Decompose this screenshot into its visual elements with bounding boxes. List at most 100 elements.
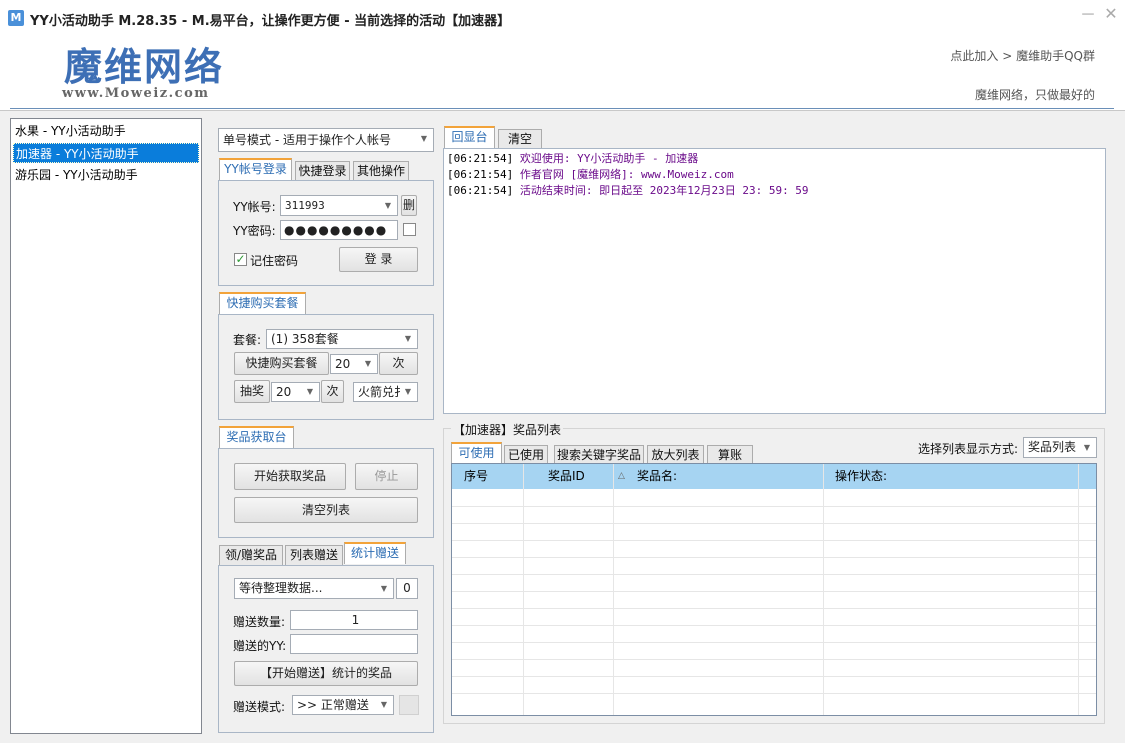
- quick-buy-button[interactable]: 快捷购买套餐: [234, 352, 329, 375]
- tab-usable[interactable]: 可使用: [451, 442, 502, 464]
- gift-mode-select[interactable]: >> 正常赠送 ▼: [292, 695, 394, 715]
- tab-claim-gift[interactable]: 领/赠奖品: [219, 545, 283, 565]
- account-value: 311993: [285, 199, 325, 212]
- qq-group-link[interactable]: 点此加入 > 魔维助手QQ群: [950, 47, 1095, 64]
- column-header-status[interactable]: 操作状态:: [835, 464, 887, 489]
- log-time: [06:21:54]: [447, 152, 514, 165]
- grid-row-divider: [452, 506, 1096, 507]
- chevron-down-icon: ▼: [404, 334, 412, 343]
- package-select[interactable]: (1) 358套餐 ▼: [266, 329, 418, 349]
- prize-fetch-panel: [218, 448, 434, 538]
- gift-status-value: 等待整理数据...: [239, 581, 323, 595]
- mode-select[interactable]: 单号模式 - 适用于操作个人帐号 ▼: [218, 128, 434, 152]
- grid-row-divider: [452, 693, 1096, 694]
- grid-column-divider: [613, 464, 614, 715]
- exchange-select[interactable]: 火箭兑扌 ▼: [353, 382, 418, 402]
- grid-row-divider: [452, 523, 1096, 524]
- log-message: 活动结束时间: 即日起至 2023年12月23日 23: 59: 59: [519, 184, 809, 197]
- account-select[interactable]: 311993 ▼: [280, 195, 398, 216]
- tab-used[interactable]: 已使用: [504, 445, 548, 465]
- tab-list-gift[interactable]: 列表赠送: [285, 545, 343, 565]
- remember-label: 记住密码: [250, 254, 299, 268]
- tab-stat-gift[interactable]: 统计赠送: [344, 542, 406, 564]
- grid-row-divider: [452, 557, 1096, 558]
- app-icon: M: [8, 10, 24, 26]
- tab-clear-log[interactable]: 清空: [498, 129, 542, 149]
- grid-row-divider: [452, 540, 1096, 541]
- grid-row-divider: [452, 676, 1096, 677]
- sort-ascending-icon: △: [618, 471, 625, 481]
- buy-count-value: 20: [335, 357, 351, 371]
- remember-checkbox[interactable]: ✓: [234, 253, 247, 266]
- exchange-value: 火箭兑扌: [358, 385, 407, 399]
- log-line: [06:21:54] 欢迎使用: YY小活动助手 - 加速器: [447, 151, 1102, 167]
- log-time: [06:21:54]: [447, 184, 514, 197]
- tab-search-prize[interactable]: 搜索关键字奖品: [554, 445, 644, 465]
- grid-row-divider: [452, 659, 1096, 660]
- tab-other-ops[interactable]: 其他操作: [353, 161, 409, 181]
- mode-select-value: 单号模式 - 适用于操作个人帐号: [223, 133, 391, 147]
- stop-button[interactable]: 停止: [355, 463, 418, 490]
- chevron-down-icon: ▼: [404, 387, 412, 396]
- lottery-count-select[interactable]: 20 ▼: [271, 382, 320, 402]
- chevron-down-icon: ▼: [380, 700, 388, 709]
- column-header-prize-name[interactable]: 奖品名:: [637, 464, 677, 489]
- lottery-count-value: 20: [276, 385, 292, 399]
- clear-list-button[interactable]: 清空列表: [234, 497, 418, 523]
- buy-count-select[interactable]: 20 ▼: [330, 354, 378, 374]
- activity-list[interactable]: 水果 - YY小活动助手 加速器 - YY小活动助手 游乐园 - YY小活动助手: [10, 118, 202, 734]
- grid-column-divider: [1078, 464, 1079, 715]
- view-mode-label: 选择列表显示方式:: [918, 442, 1019, 456]
- login-button[interactable]: 登 录: [339, 247, 418, 272]
- gift-count-field[interactable]: 0: [396, 578, 418, 599]
- tab-accounting[interactable]: 算账: [707, 445, 753, 465]
- package-label: 套餐:: [233, 333, 262, 347]
- target-label: 赠送的YY:: [233, 639, 287, 653]
- view-mode-select[interactable]: 奖品列表 ▼: [1023, 437, 1097, 458]
- activity-item-fruit[interactable]: 水果 - YY小活动助手: [13, 121, 199, 141]
- activity-item-playground[interactable]: 游乐园 - YY小活动助手: [13, 165, 199, 185]
- prize-list-title: 【加速器】奖品列表: [451, 421, 564, 438]
- chevron-down-icon: ▼: [1083, 443, 1091, 452]
- chevron-down-icon: ▼: [364, 359, 372, 368]
- close-icon[interactable]: ✕: [1102, 4, 1120, 24]
- chevron-down-icon: ▼: [420, 134, 428, 143]
- gift-status-select[interactable]: 等待整理数据... ▼: [234, 578, 394, 599]
- show-password-checkbox[interactable]: [403, 223, 416, 236]
- tab-zoom-list[interactable]: 放大列表: [647, 445, 704, 465]
- gift-mode-value: >> 正常赠送: [297, 698, 369, 712]
- start-gift-button[interactable]: 【开始赠送】统计的奖品: [234, 661, 418, 686]
- tab-quick-buy[interactable]: 快捷购买套餐: [219, 292, 306, 314]
- password-field[interactable]: ●●●●●●●●●: [280, 220, 398, 240]
- column-header-index[interactable]: 序号: [464, 464, 488, 489]
- start-fetch-button[interactable]: 开始获取奖品: [234, 463, 346, 490]
- window-title: YY小活动助手 M.28.35 - M.易平台，让操作更方便 - 当前选择的活动…: [30, 14, 511, 29]
- activity-item-accelerator[interactable]: 加速器 - YY小活动助手: [13, 143, 199, 163]
- log-time: [06:21:54]: [447, 168, 514, 181]
- lottery-times-button[interactable]: 次: [321, 380, 344, 403]
- grid-row-divider: [452, 608, 1096, 609]
- chevron-down-icon: ▼: [306, 387, 314, 396]
- log-console[interactable]: [06:21:54] 欢迎使用: YY小活动助手 - 加速器 [06:21:54…: [443, 148, 1106, 414]
- grid-column-divider: [823, 464, 824, 715]
- tab-console[interactable]: 回显台: [444, 126, 495, 148]
- amount-field[interactable]: 1: [290, 610, 418, 630]
- tab-prize-fetch[interactable]: 奖品获取台: [219, 426, 294, 448]
- package-value: (1) 358套餐: [271, 332, 339, 346]
- tab-quick-login[interactable]: 快捷登录: [295, 161, 350, 181]
- amount-label: 赠送数量:: [233, 615, 286, 629]
- prize-table[interactable]: 序号 奖品ID △ 奖品名: 操作状态:: [451, 463, 1097, 716]
- log-line: [06:21:54] 作者官网 [魔维网络]: www.Moweiz.com: [447, 167, 1102, 183]
- view-mode-value: 奖品列表: [1028, 440, 1077, 454]
- delete-account-button[interactable]: 删: [401, 195, 417, 216]
- minimize-icon[interactable]: －: [1080, 6, 1096, 24]
- grid-column-divider: [523, 464, 524, 715]
- lottery-button[interactable]: 抽奖: [234, 380, 270, 403]
- log-message: 作者官网 [魔维网络]: www.Moweiz.com: [519, 168, 734, 181]
- tab-yy-login[interactable]: YY帐号登录: [219, 158, 292, 180]
- password-label: YY密码:: [233, 224, 276, 238]
- column-header-prize-id[interactable]: 奖品ID: [548, 464, 585, 489]
- chevron-down-icon: ▼: [384, 201, 392, 210]
- buy-times-button[interactable]: 次: [379, 352, 418, 375]
- target-yy-field[interactable]: [290, 634, 418, 654]
